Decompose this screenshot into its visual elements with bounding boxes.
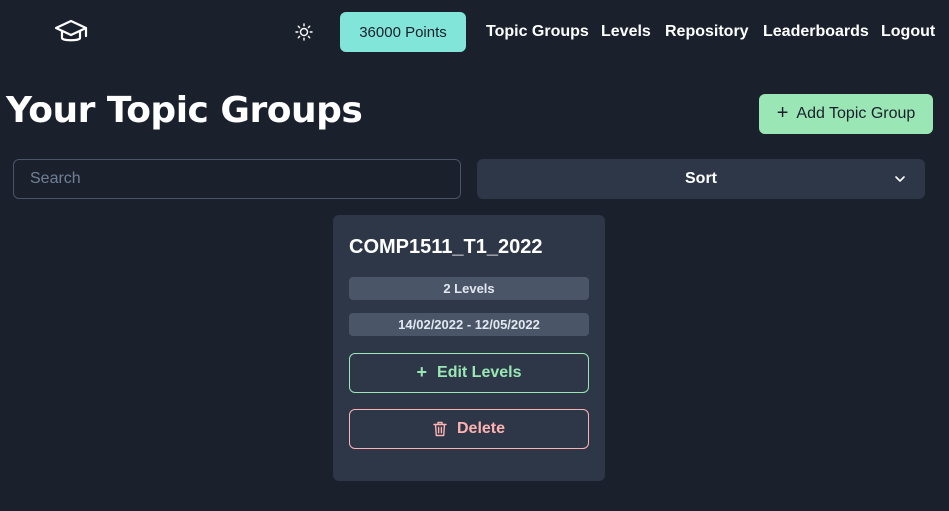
plus-icon: + [776, 102, 789, 124]
date-range-badge: 14/02/2022 - 12/05/2022 [349, 313, 589, 336]
levels-count-badge: 2 Levels [349, 277, 589, 300]
plus-icon: + [416, 362, 428, 382]
sort-select[interactable]: Sort [477, 159, 925, 199]
nav-link-levels[interactable]: Levels [601, 23, 651, 41]
edit-levels-button[interactable]: + Edit Levels [349, 353, 589, 393]
nav-link-leaderboards[interactable]: Leaderboards [763, 23, 869, 41]
topic-group-name: COMP1511_T1_2022 [349, 236, 543, 258]
delete-label: Delete [456, 420, 506, 437]
points-badge[interactable]: 36000 Points [340, 12, 466, 52]
delete-button[interactable]: Delete [349, 409, 589, 449]
nav-link-topic-groups[interactable]: Topic Groups [486, 23, 589, 41]
navbar: 36000 Points Topic Groups Levels Reposit… [0, 0, 949, 66]
search-input[interactable] [13, 159, 461, 199]
graduation-cap-icon[interactable] [53, 17, 89, 47]
topic-group-card: COMP1511_T1_2022 2 Levels 14/02/2022 - 1… [333, 215, 605, 481]
add-topic-group-label: Add Topic Group [796, 105, 916, 122]
sun-icon[interactable] [293, 21, 315, 43]
page-title: Your Topic Groups [6, 90, 363, 131]
add-topic-group-button[interactable]: + Add Topic Group [759, 94, 933, 134]
nav-link-logout[interactable]: Logout [881, 23, 935, 41]
edit-levels-label: Edit Levels [437, 364, 522, 381]
nav-link-repository[interactable]: Repository [665, 23, 749, 41]
chevron-down-icon [895, 176, 905, 182]
trash-icon [433, 421, 447, 437]
sort-label: Sort [685, 170, 717, 187]
